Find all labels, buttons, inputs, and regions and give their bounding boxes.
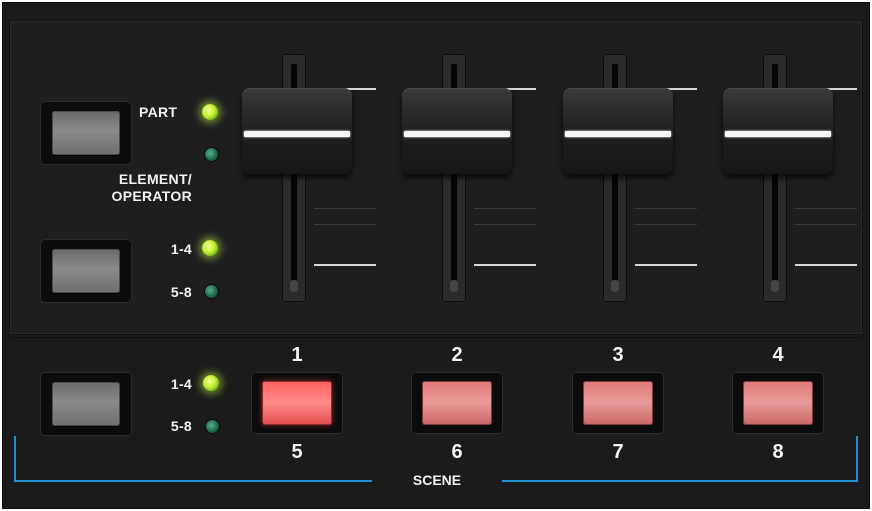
fader-4-tick-mid2 (795, 224, 857, 225)
fader-3-tick-mid2 (635, 224, 697, 225)
scene-bracket-right-edge (856, 436, 858, 482)
scene-bank-1-4-led (203, 375, 219, 391)
fader-bank-5-8-led (205, 285, 218, 298)
fader-1-knob[interactable] (242, 88, 352, 174)
scene-bank-label-5-8: 5-8 (170, 418, 192, 434)
scene-8-number: 8 (772, 441, 784, 463)
scene-4-number: 4 (772, 344, 784, 366)
fader-2-tick-bottom (474, 264, 536, 266)
fader-bank-label-1-4: 1-4 (170, 241, 192, 257)
scene-bracket-left-edge (14, 436, 16, 482)
fader-3-tick-mid (635, 208, 697, 209)
fader-2-tick-mid (474, 208, 536, 209)
scene-bank-button-cap[interactable] (52, 382, 120, 426)
fader-bank-button[interactable] (40, 239, 132, 303)
fader-4-tick-mid (795, 208, 857, 209)
fader-1[interactable] (242, 48, 376, 308)
scene-button-3[interactable] (572, 372, 664, 434)
scene-button-1[interactable] (251, 372, 343, 434)
fader-4-knob[interactable] (723, 88, 833, 174)
scene-bracket-left-line (14, 480, 372, 482)
scene-button-4[interactable] (732, 372, 824, 434)
scene-bank-label-1-4: 1-4 (170, 376, 192, 392)
element-operator-label-line1: ELEMENT/ (118, 171, 192, 187)
fader-2-knob[interactable] (402, 88, 512, 174)
fader-3-tick-bottom (635, 264, 697, 266)
fader-4[interactable] (723, 48, 857, 308)
fader-4-tick-bottom (795, 264, 857, 266)
scene-label: SCENE (412, 472, 462, 488)
scene-bank-5-8-led (206, 420, 219, 433)
element-operator-led (205, 148, 218, 161)
fader-3[interactable] (563, 48, 697, 308)
scene-bracket-right-line (502, 480, 858, 482)
scene-3-number: 3 (612, 344, 624, 366)
scene-button-4-cap[interactable] (743, 381, 813, 425)
scene-5-number: 5 (291, 441, 303, 463)
scene-bank-button[interactable] (40, 372, 132, 436)
scene-button-1-cap[interactable] (262, 381, 332, 425)
fader-bank-1-4-led (202, 240, 218, 256)
fader-bank-button-cap[interactable] (52, 249, 120, 293)
fader-2-tick-mid2 (474, 224, 536, 225)
scene-2-number: 2 (451, 344, 463, 366)
part-element-select-button-cap[interactable] (52, 111, 120, 155)
scene-6-number: 6 (451, 441, 463, 463)
fader-2[interactable] (402, 48, 536, 308)
part-led (202, 104, 218, 120)
fader-3-knob[interactable] (563, 88, 673, 174)
part-label: PART (139, 104, 178, 120)
fader-bank-label-5-8: 5-8 (170, 284, 192, 300)
fader-1-tick-mid (314, 208, 376, 209)
scene-button-2[interactable] (411, 372, 503, 434)
scene-7-number: 7 (612, 441, 624, 463)
scene-button-3-cap[interactable] (583, 381, 653, 425)
fader-1-tick-bottom (314, 264, 376, 266)
part-element-select-button[interactable] (40, 101, 132, 165)
section-divider (9, 337, 861, 338)
element-operator-label-line2: OPERATOR (111, 188, 192, 204)
fader-1-tick-mid2 (314, 224, 376, 225)
scene-button-2-cap[interactable] (422, 381, 492, 425)
scene-1-number: 1 (291, 344, 303, 366)
